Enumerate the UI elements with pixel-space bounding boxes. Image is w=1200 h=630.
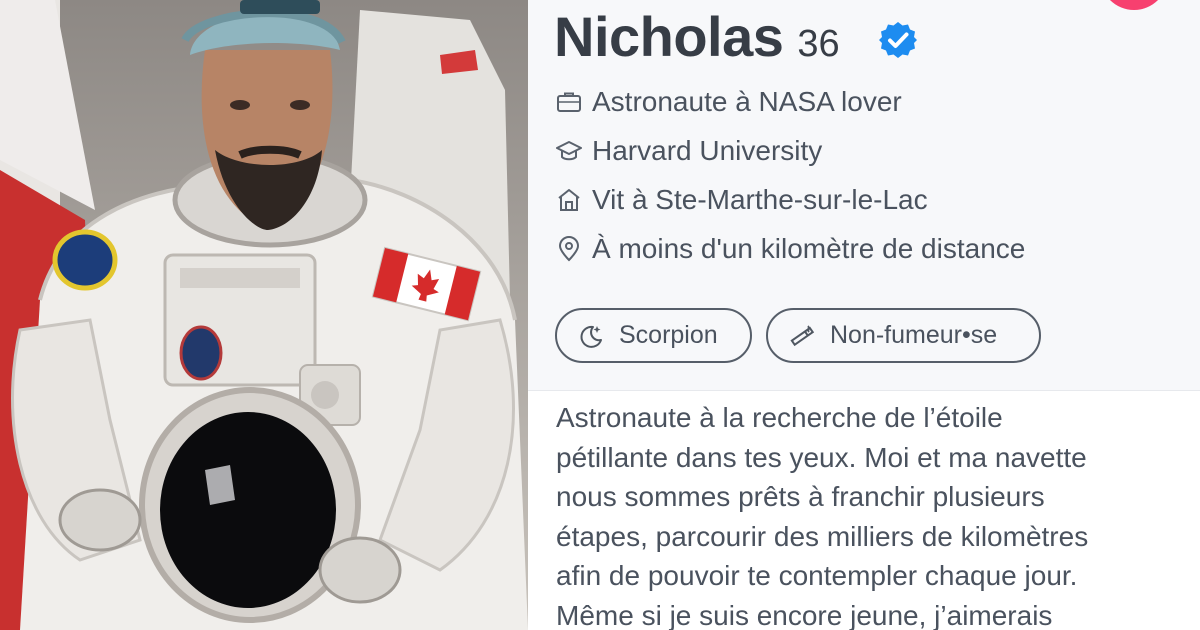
profile-name: Nicholas: [554, 5, 784, 68]
zodiac-text: Scorpion: [619, 321, 718, 349]
home-icon: [558, 189, 580, 211]
smoking-chip[interactable]: Non-fumeur•se: [766, 308, 1041, 363]
bio-line: pétillante dans tes yeux. Moi et ma nave…: [556, 441, 1087, 473]
moon-stars-icon: [580, 325, 602, 348]
bio-text: Astronaute à la recherche de l’étoile pé…: [556, 398, 1186, 630]
profile-photo[interactable]: [0, 0, 528, 630]
profile-age: 36: [797, 23, 840, 65]
profile-panel: Nicholas 36 Astronaute à NASA lover Harv…: [528, 0, 1200, 630]
job-text: Astronaute à NASA lover: [592, 86, 902, 117]
cigarette-icon: [790, 324, 815, 346]
zodiac-chip[interactable]: Scorpion: [555, 308, 752, 363]
distance-info-row: À moins d'un kilomètre de distance: [556, 233, 1025, 265]
city-text: Vit à Ste-Marthe-sur-le-Lac: [592, 184, 928, 215]
verified-badge-icon: [879, 22, 917, 58]
distance-text: À moins d'un kilomètre de distance: [592, 233, 1026, 264]
bio-line: Astronaute à la recherche de l’étoile: [556, 402, 1003, 433]
bio-line: Même si je suis encore jeune, j’aimerais: [556, 599, 1053, 630]
section-divider: [528, 390, 1200, 391]
smoking-text: Non-fumeur•se: [830, 321, 998, 349]
bio-line: afin de pouvoir te contempler chaque jou…: [556, 560, 1078, 591]
school-info-row: Harvard University: [556, 135, 822, 167]
school-text: Harvard University: [592, 135, 823, 166]
briefcase-icon: [557, 92, 581, 112]
astronaut-photo-illustration: [0, 0, 528, 630]
city-info-row: Vit à Ste-Marthe-sur-le-Lac: [556, 184, 928, 216]
graduation-cap-icon: [556, 141, 582, 161]
bio-line: étapes, parcourir des milliers de kilomè…: [556, 520, 1089, 552]
name-row: Nicholas 36: [554, 4, 840, 74]
job-info-row: Astronaute à NASA lover: [556, 86, 902, 118]
bio-line: nous sommes prêts à franchir plusieurs: [556, 481, 1045, 512]
location-pin-icon: [558, 236, 580, 262]
